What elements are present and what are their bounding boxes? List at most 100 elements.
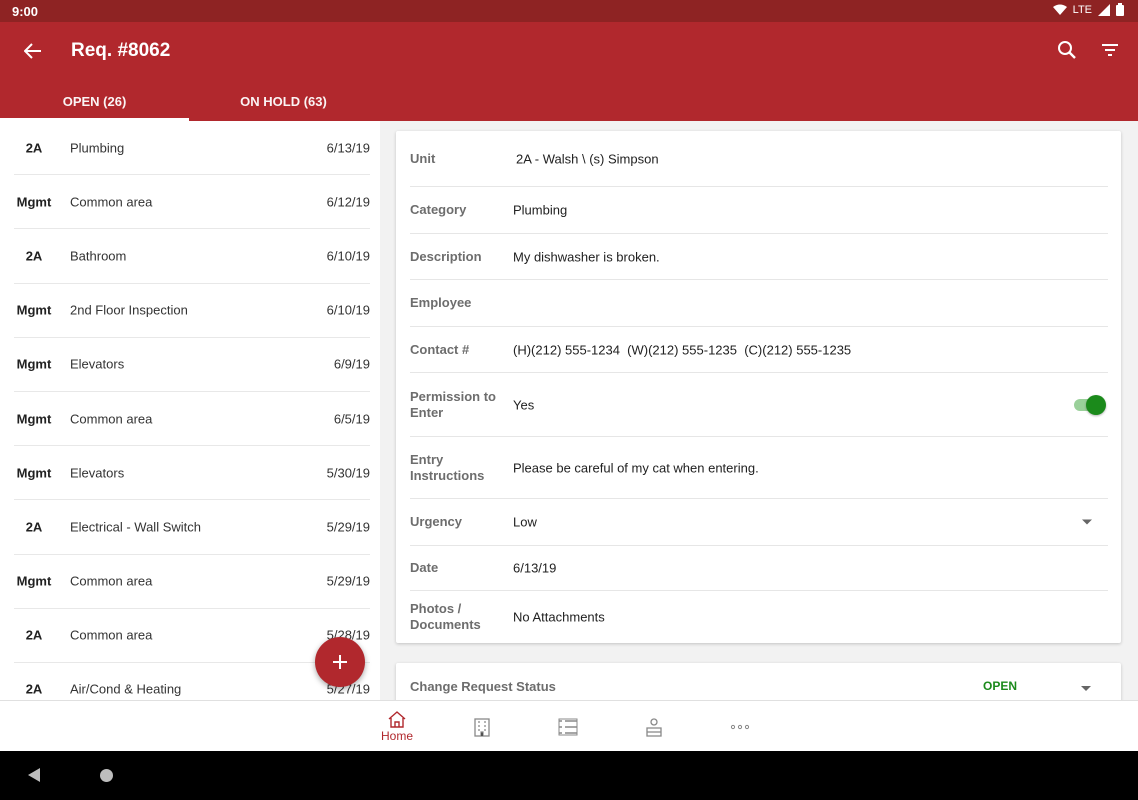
field-category[interactable]: Category Plumbing <box>410 187 1108 234</box>
list-item-category: Plumbing <box>70 140 125 156</box>
field-unit: Unit 2A - Walsh \ (s) Simpson <box>410 131 1108 187</box>
tab-open[interactable]: OPEN (26) <box>0 82 189 121</box>
field-description[interactable]: Description My dishwasher is broken. <box>410 234 1108 280</box>
field-date[interactable]: Date 6/13/19 <box>410 546 1108 591</box>
resident-icon <box>646 717 662 737</box>
page-title: Req. #8062 <box>71 40 171 61</box>
chevron-down-icon[interactable] <box>1081 686 1091 691</box>
request-list[interactable]: 2A Plumbing 6/13/19 Mgmt Common area 6/12/19… <box>0 121 380 700</box>
list-item-date: 5/29/19 <box>326 573 370 589</box>
nav-home-label: Home <box>380 729 413 743</box>
list-item-date: 6/9/19 <box>333 356 370 372</box>
category-value: Plumbing <box>513 202 568 218</box>
description-value: My dishwasher is broken. <box>513 249 660 264</box>
filter-button[interactable] <box>1098 38 1122 62</box>
network-label: LTE <box>1072 3 1092 16</box>
permission-toggle[interactable] <box>1072 394 1106 415</box>
list-item-unit: Mgmt <box>16 194 52 210</box>
system-back-icon[interactable] <box>28 768 40 782</box>
list-item[interactable]: 2A Bathroom 6/10/19 <box>14 229 370 284</box>
system-navigation-bar <box>0 751 1138 800</box>
change-status-card[interactable]: Change Request Status OPEN <box>396 663 1121 700</box>
entry-instructions-value: Please be careful of my cat when enterin… <box>513 460 759 475</box>
change-status-label: Change Request Status <box>410 679 556 694</box>
list-item-category: Bathroom <box>70 248 127 264</box>
field-urgency[interactable]: Urgency Low <box>410 499 1108 546</box>
battery-icon <box>1116 3 1124 16</box>
field-label: Permission to Enter <box>410 388 496 420</box>
more-icon <box>730 724 750 729</box>
field-photos-documents[interactable]: Photos / Documents No Attachments <box>410 591 1108 643</box>
list-item[interactable]: Mgmt Elevators 5/30/19 <box>14 446 370 501</box>
back-button[interactable] <box>20 38 46 64</box>
arrow-back-icon <box>24 43 41 59</box>
list-item[interactable]: Mgmt Common area 6/5/19 <box>14 392 370 447</box>
list-item-date: 6/5/19 <box>333 411 370 427</box>
field-label: Contact # <box>410 341 470 357</box>
system-home-icon[interactable] <box>100 769 113 782</box>
list-item-unit: 2A <box>25 248 43 264</box>
list-item[interactable]: 2A Electrical - Wall Switch 5/29/19 <box>14 500 370 555</box>
toggle-knob <box>1086 394 1106 415</box>
list-item-category: Elevators <box>70 465 125 481</box>
chevron-down-icon[interactable] <box>1082 519 1092 525</box>
unit-value: 2A - Walsh \ (s) Simpson <box>516 151 659 166</box>
date-value: 6/13/19 <box>513 560 557 576</box>
search-button[interactable] <box>1055 38 1079 62</box>
plus-icon <box>333 655 347 669</box>
urgency-value: Low <box>513 514 537 530</box>
nav-resident[interactable] <box>624 701 684 752</box>
field-permission-to-enter: Permission to Enter Yes <box>410 373 1108 437</box>
list-item[interactable]: Mgmt Common area 6/12/19 <box>14 175 370 230</box>
field-label: Urgency <box>410 514 463 529</box>
signal-icon <box>1098 3 1110 16</box>
list-item-date: 6/12/19 <box>326 194 370 210</box>
nav-list[interactable] <box>538 701 598 752</box>
status-value[interactable]: OPEN <box>983 679 1017 693</box>
list-item-date: 6/10/19 <box>326 248 370 264</box>
field-label: Entry Instructions <box>410 451 485 483</box>
contact-value: (H)(212) 555-1234 (W)(212) 555-1235 (C)(… <box>513 342 852 357</box>
nav-building[interactable] <box>452 701 512 752</box>
list-item-category: Common area <box>70 194 153 210</box>
field-label: Employee <box>410 295 472 310</box>
add-request-button[interactable] <box>315 637 365 687</box>
field-employee[interactable]: Employee <box>410 280 1108 327</box>
app-bar: Req. #8062 OPEN (26) ON HOLD (63) <box>0 22 1138 121</box>
list-item-unit: Mgmt <box>16 411 52 427</box>
nav-home[interactable]: Home <box>367 701 427 752</box>
nav-more[interactable] <box>710 701 770 752</box>
list-item-category: Common area <box>70 573 153 589</box>
list-item-category: Common area <box>70 627 153 643</box>
status-icons: LTE <box>1052 3 1124 16</box>
list-item[interactable]: Mgmt Common area 5/29/19 <box>14 555 370 609</box>
request-detail-pane: Unit 2A - Walsh \ (s) Simpson Category P… <box>380 121 1138 700</box>
list-item-unit: 2A <box>25 140 43 156</box>
wifi-icon <box>1052 4 1067 15</box>
tab-on-hold[interactable]: ON HOLD (63) <box>189 82 378 121</box>
field-entry-instructions[interactable]: Entry Instructions Please be careful of … <box>410 437 1108 499</box>
status-time: 9:00 <box>12 4 39 19</box>
field-label: Photos / Documents <box>410 601 481 632</box>
list-item-unit: Mgmt <box>16 573 52 589</box>
list-item-unit: 2A <box>25 681 43 697</box>
list-item-date: 5/29/19 <box>326 519 370 535</box>
list-icon <box>558 718 578 735</box>
status-bar: 9:00 LTE <box>0 0 1138 22</box>
list-item-unit: Mgmt <box>16 356 52 372</box>
tabs: OPEN (26) ON HOLD (63) <box>0 82 379 121</box>
list-item-category: Air/Cond & Heating <box>70 681 182 697</box>
field-contact[interactable]: Contact # (H)(212) 555-1234 (W)(212) 555… <box>410 327 1108 373</box>
list-item-unit: Mgmt <box>16 465 52 481</box>
list-item-date: 6/10/19 <box>326 302 370 318</box>
list-item[interactable]: 2A Plumbing 6/13/19 <box>14 121 370 176</box>
list-item-date: 6/13/19 <box>326 140 370 156</box>
home-icon <box>388 711 406 728</box>
request-detail-card: Unit 2A - Walsh \ (s) Simpson Category P… <box>396 131 1121 643</box>
list-item[interactable]: Mgmt 2nd Floor Inspection 6/10/19 <box>14 284 370 338</box>
list-item-category: Elevators <box>70 356 125 372</box>
photos-value: No Attachments <box>513 609 605 625</box>
list-item[interactable]: Mgmt Elevators 6/9/19 <box>14 338 370 392</box>
field-label: Description <box>410 248 482 264</box>
list-item-date: 5/30/19 <box>326 465 370 481</box>
